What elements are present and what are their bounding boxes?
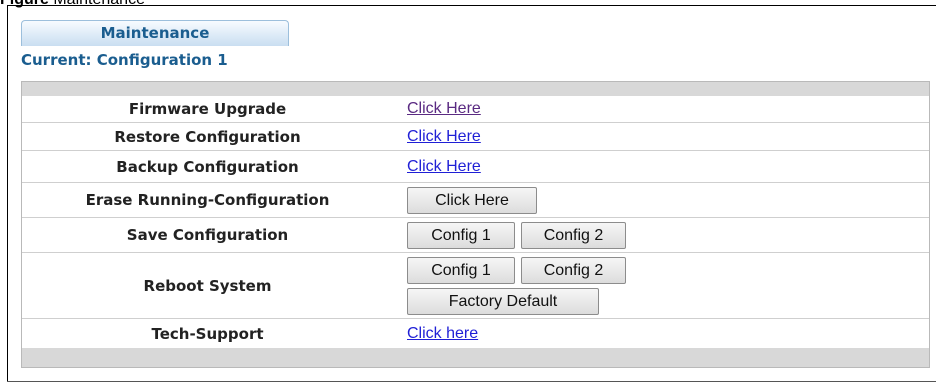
reboot-config-2-button[interactable]: Config 2 — [521, 257, 626, 284]
row-restore-configuration: Restore Configuration Click Here — [22, 123, 929, 151]
row-backup-configuration: Backup Configuration Click Here — [22, 151, 929, 183]
tab-maintenance[interactable]: Maintenance — [21, 20, 289, 46]
restore-configuration-link[interactable]: Click Here — [407, 128, 481, 146]
save-config-2-button[interactable]: Config 2 — [521, 222, 626, 249]
backup-configuration-label: Backup Configuration — [116, 157, 299, 176]
maintenance-panel: Firmware Upgrade Click Here Restore Conf… — [21, 81, 930, 368]
reboot-config-1-button[interactable]: Config 1 — [407, 257, 515, 284]
reboot-system-label: Reboot System — [143, 276, 272, 295]
factory-default-button[interactable]: Factory Default — [407, 288, 599, 315]
firmware-upgrade-label: Firmware Upgrade — [128, 100, 287, 118]
row-erase-running-configuration: Erase Running-Configuration Click Here — [22, 183, 929, 218]
current-configuration-label: Current: Configuration 1 — [21, 51, 228, 69]
panel-header-bar — [22, 82, 929, 96]
tech-support-link[interactable]: Click here — [407, 325, 478, 343]
tech-support-label: Tech-Support — [151, 324, 264, 343]
bottom-rule — [7, 381, 936, 382]
save-config-1-button[interactable]: Config 1 — [407, 222, 515, 249]
erase-running-configuration-button[interactable]: Click Here — [407, 187, 537, 214]
firmware-upgrade-link[interactable]: Click Here — [407, 100, 481, 118]
restore-configuration-label: Restore Configuration — [114, 127, 301, 146]
panel-footer-bar — [22, 348, 929, 367]
erase-running-configuration-label: Erase Running-Configuration — [85, 191, 330, 209]
row-reboot-system: Reboot System Config 1 Config 2 Factory … — [22, 253, 929, 319]
backup-configuration-link[interactable]: Click Here — [407, 158, 481, 176]
row-save-configuration: Save Configuration Config 1 Config 2 — [22, 218, 929, 253]
save-configuration-label: Save Configuration — [126, 226, 289, 244]
row-firmware-upgrade: Firmware Upgrade Click Here — [22, 96, 929, 123]
row-tech-support: Tech-Support Click here — [22, 319, 929, 348]
